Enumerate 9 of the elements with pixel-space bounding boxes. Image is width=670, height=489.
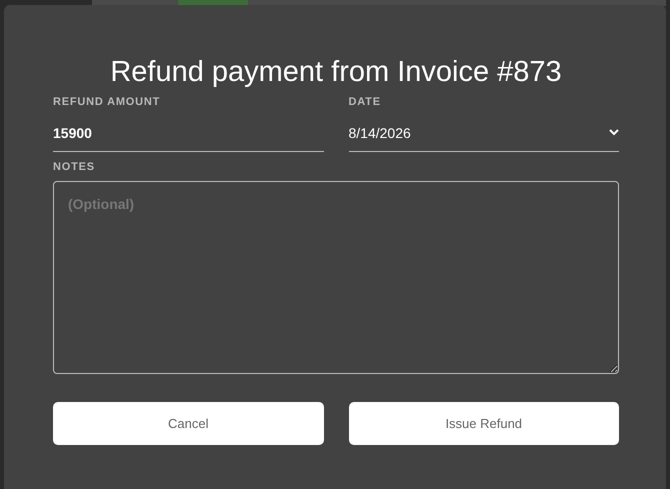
field-label: REFUND AMOUNT (53, 95, 162, 109)
field-label: DATE (348, 95, 382, 109)
field-label: NOTES (53, 160, 96, 174)
issue-refund-button[interactable]: Issue Refund (348, 402, 619, 445)
dialog-title: Refund payment from Invoice #873 (109, 55, 563, 89)
chevron-down-icon (609, 129, 619, 136)
date-select[interactable]: 8/14/2026 (348, 114, 619, 152)
amount-field[interactable]: 15900 (53, 114, 324, 152)
cancel-button[interactable]: Cancel (53, 402, 324, 445)
